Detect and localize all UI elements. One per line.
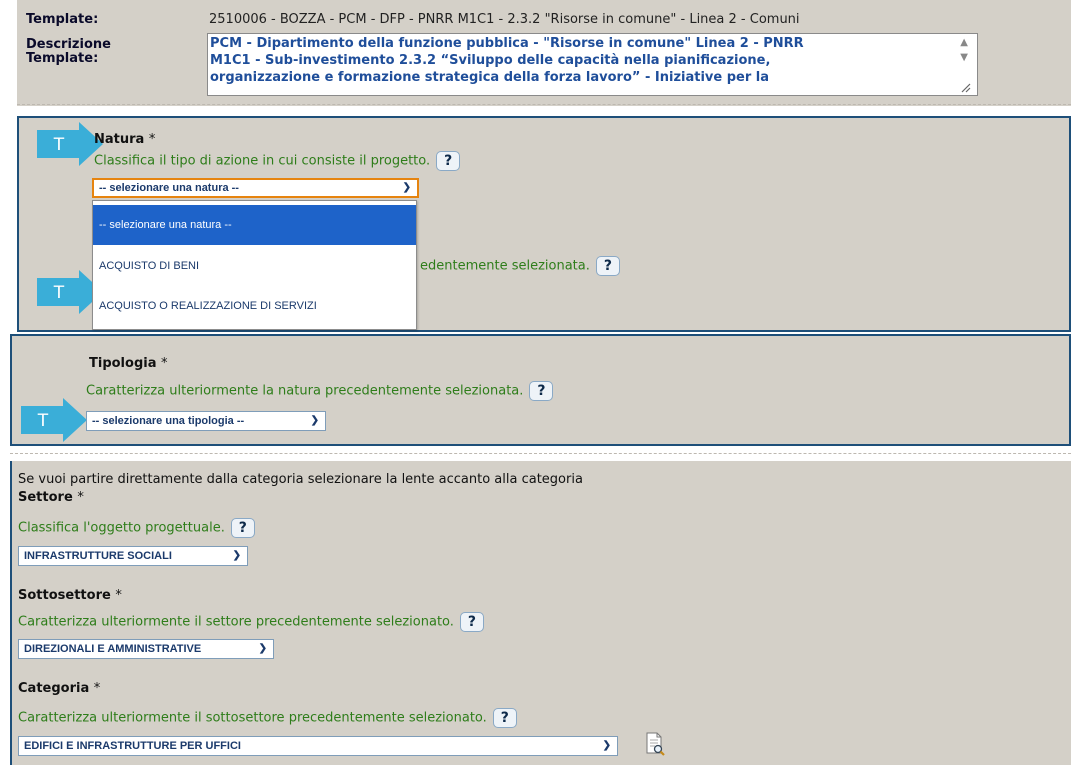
description-label-2: Template: bbox=[26, 51, 99, 66]
help-button[interactable]: ? bbox=[436, 151, 461, 171]
chevron-down-icon: ❯ bbox=[402, 182, 411, 193]
document-search-icon[interactable] bbox=[644, 731, 666, 757]
natura-title: Natura * bbox=[94, 132, 156, 147]
scroll-down-arrow-icon[interactable]: ▼ bbox=[960, 53, 968, 63]
dropdown-option[interactable]: ACQUISTO O REALIZZAZIONE DI SERVIZI bbox=[93, 286, 416, 326]
chevron-down-icon: ❯ bbox=[310, 415, 319, 426]
hidden-hint-tail: edentemente selezionata.? bbox=[420, 256, 620, 276]
natura-dropdown-list[interactable]: -- selezionare una natura -- ACQUISTO DI… bbox=[92, 200, 417, 330]
description-line: PCM - Dipartimento della funzione pubbli… bbox=[210, 36, 804, 51]
settore-title: Settore * bbox=[18, 490, 84, 505]
scroll-up-arrow-icon[interactable]: ▲ bbox=[960, 38, 968, 48]
natura-hint: Classifica il tipo di azione in cui cons… bbox=[94, 151, 461, 171]
categoria-title: Categoria * bbox=[18, 681, 101, 696]
t-badge-text: T bbox=[37, 411, 49, 431]
chevron-down-icon: ❯ bbox=[232, 550, 241, 561]
t-arrow-icon: T bbox=[21, 398, 87, 442]
tipologia-section: Tipologia * Caratterizza ulteriormente l… bbox=[10, 334, 1071, 446]
help-button[interactable]: ? bbox=[492, 708, 517, 728]
description-text: PCM - Dipartimento della funzione pubbli… bbox=[210, 35, 936, 86]
tipologia-title: Tipologia * bbox=[89, 356, 168, 371]
categoria-hint: Caratterizza ulteriormente il sottosetto… bbox=[18, 708, 517, 728]
dropdown-option[interactable]: ACQUISTO DI BENI bbox=[93, 246, 416, 286]
template-panel: Template: 2510006 - BOZZA - PCM - DFP - … bbox=[17, 0, 1071, 106]
tipologia-hint: Caratterizza ulteriormente la natura pre… bbox=[86, 381, 554, 401]
chevron-down-icon: ❯ bbox=[602, 740, 611, 751]
sottosettore-select[interactable]: DIREZIONALI E AMMINISTRATIVE ❯ bbox=[18, 639, 274, 659]
resize-handle-icon[interactable] bbox=[959, 81, 971, 93]
categoria-intro: Se vuoi partire direttamente dalla categ… bbox=[18, 472, 583, 487]
help-button[interactable]: ? bbox=[459, 612, 484, 632]
t-badge-text: T bbox=[53, 283, 65, 303]
description-line: organizzazione e formazione strategica d… bbox=[210, 70, 770, 85]
help-button[interactable]: ? bbox=[595, 256, 620, 276]
natura-select[interactable]: -- selezionare una natura -- ❯ bbox=[92, 178, 419, 198]
sottosettore-hint: Caratterizza ulteriormente il settore pr… bbox=[18, 612, 484, 632]
t-badge-text: T bbox=[53, 135, 65, 155]
dropdown-option[interactable]: -- selezionare una natura -- bbox=[93, 205, 416, 245]
description-line: M1C1 - Sub-investimento 2.3.2 “Sviluppo … bbox=[210, 53, 771, 68]
template-label: Template: bbox=[26, 12, 99, 27]
categoria-select[interactable]: EDIFICI E INFRASTRUTTURE PER UFFICI ❯ bbox=[18, 736, 618, 756]
sottosettore-title: Sottosettore * bbox=[18, 588, 122, 603]
help-button[interactable]: ? bbox=[529, 381, 554, 401]
categoria-section: Se vuoi partire direttamente dalla categ… bbox=[10, 461, 1071, 765]
divider bbox=[17, 104, 1071, 105]
help-button[interactable]: ? bbox=[230, 518, 255, 538]
divider bbox=[10, 453, 1071, 454]
tipologia-select[interactable]: -- selezionare una tipologia -- ❯ bbox=[86, 411, 326, 431]
description-label-1: Descrizione bbox=[26, 37, 111, 52]
settore-select[interactable]: INFRASTRUTTURE SOCIALI ❯ bbox=[18, 546, 248, 566]
settore-hint: Classifica l'oggetto progettuale.? bbox=[18, 518, 255, 538]
chevron-down-icon: ❯ bbox=[258, 643, 267, 654]
template-value: 2510006 - BOZZA - PCM - DFP - PNRR M1C1 … bbox=[209, 12, 800, 27]
description-textarea[interactable]: PCM - Dipartimento della funzione pubbli… bbox=[207, 33, 978, 96]
